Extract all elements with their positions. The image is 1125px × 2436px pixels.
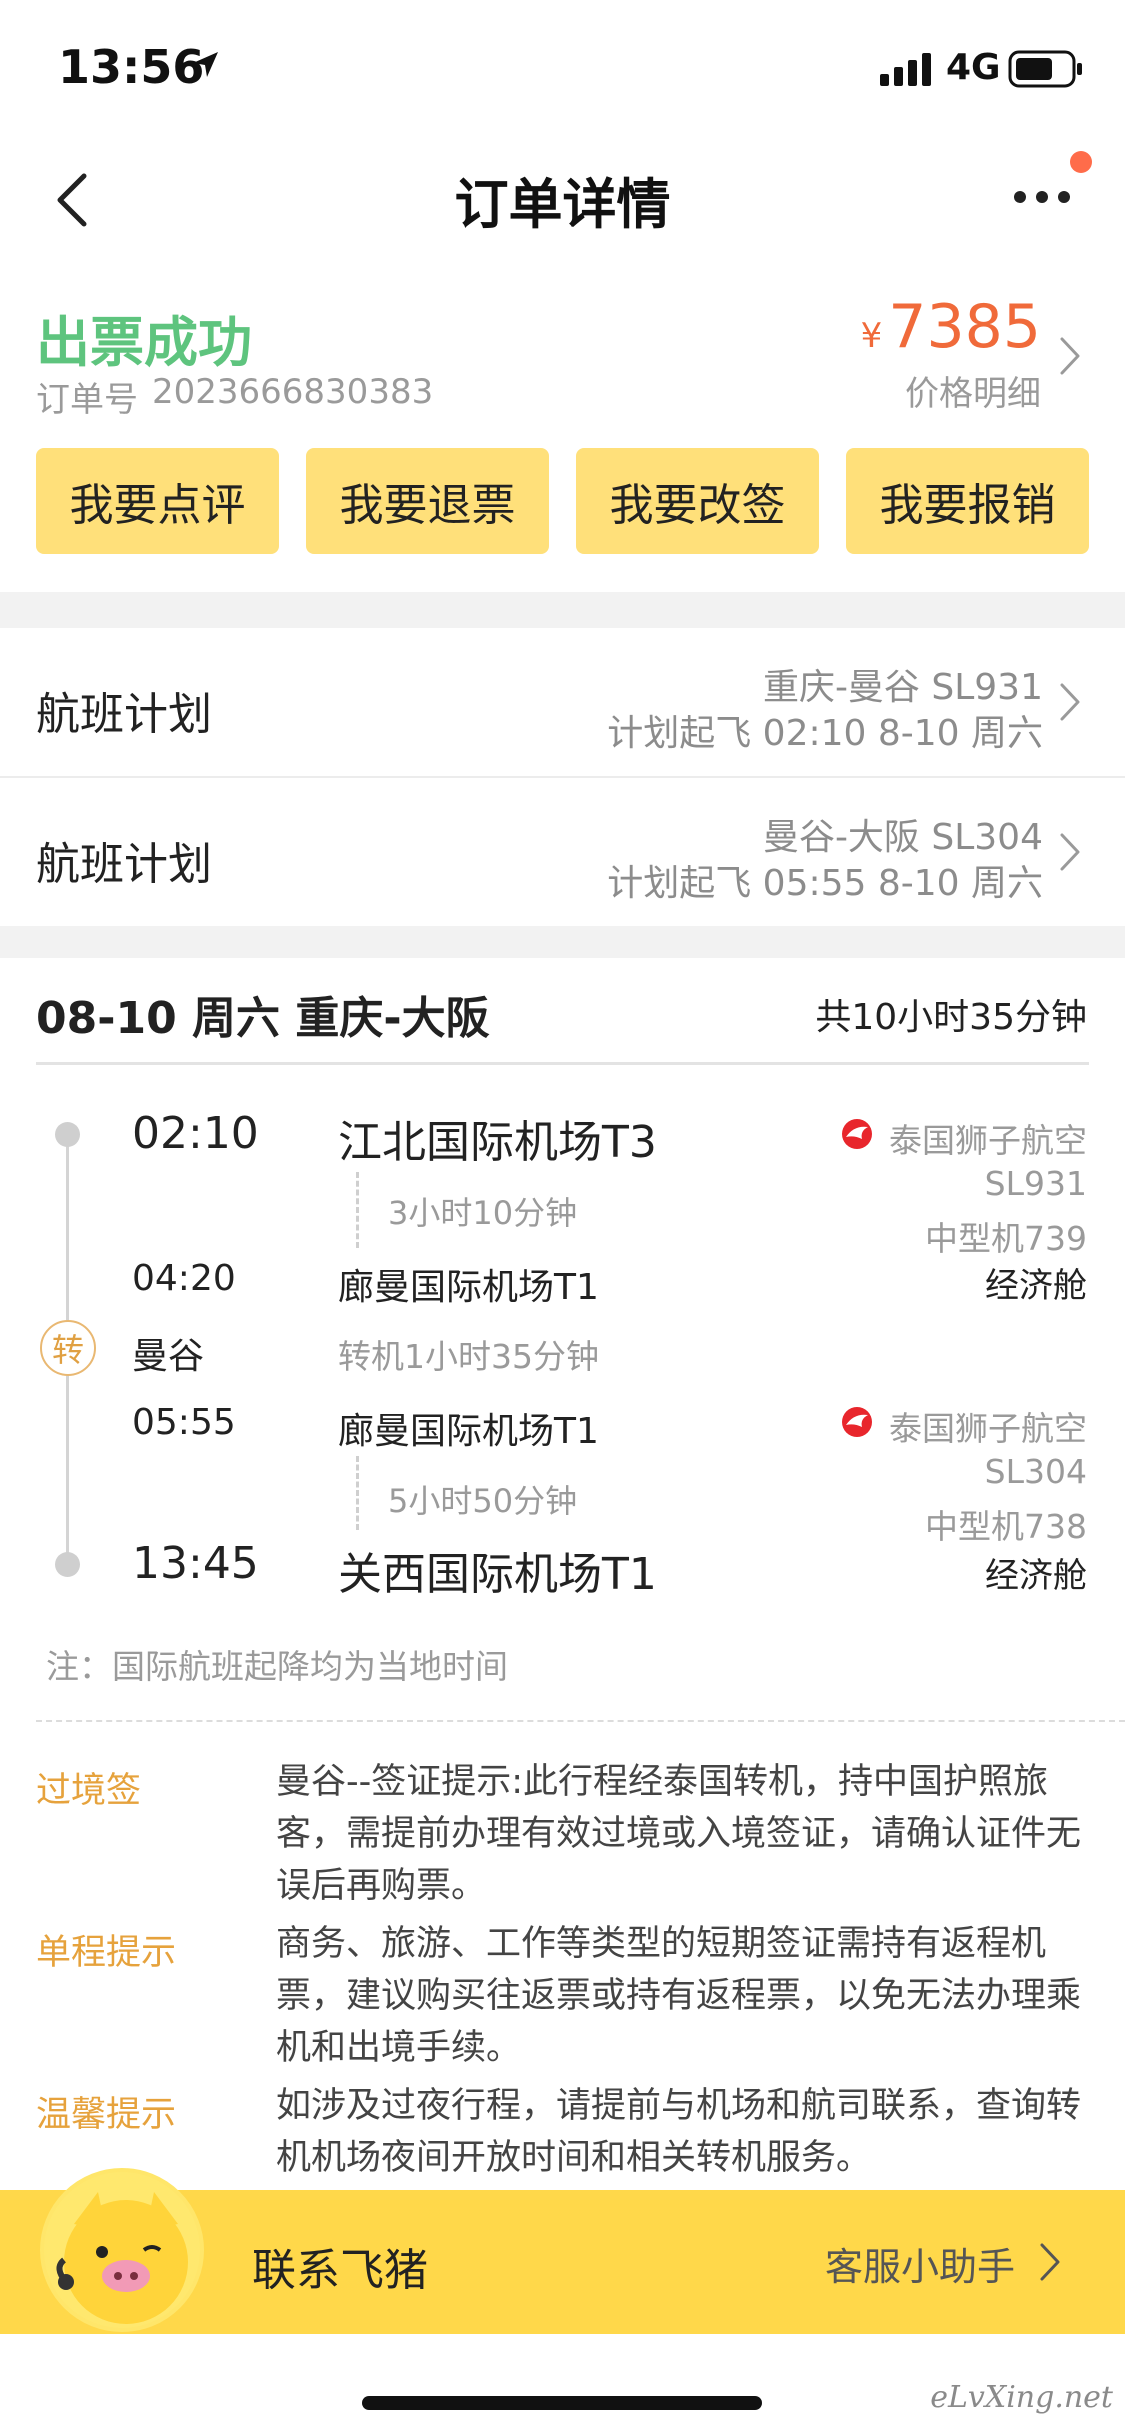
signal-icon — [880, 53, 931, 86]
timeline-start-dot — [55, 1122, 80, 1147]
order-price[interactable]: ¥7385 — [861, 292, 1041, 362]
leg2-duration-dash — [356, 1456, 359, 1530]
leg1-duration-dash — [356, 1172, 359, 1248]
tip-text-reminder: 如涉及过夜行程，请提前与机场和航司联系，查询转机机场夜间开放时间和相关转机服务。 — [276, 2086, 1082, 2178]
flight-plan-label: 航班计划 — [36, 839, 212, 890]
leg2-departure-airport: 廊曼国际机场T1 — [338, 1411, 599, 1452]
tips-divider — [36, 1720, 1125, 1722]
leg1-duration: 3小时10分钟 — [388, 1194, 578, 1232]
tip-text-transit-visa: 曼谷--签证提示:此行程经泰国转机，持中国护照旅客，需提前办理有效过境或入境签证… — [276, 1762, 1082, 1906]
order-number: 2023666830383 — [152, 372, 434, 412]
leg2-arrival-airport: 关西国际机场T1 — [338, 1549, 657, 1600]
chevron-right-icon — [1060, 683, 1080, 721]
transfer-badge: 转 — [40, 1320, 96, 1376]
chevron-right-icon — [1060, 833, 1080, 871]
order-status: 出票成功 — [36, 311, 252, 374]
leg1-arrival-airport: 廊曼国际机场T1 — [338, 1267, 599, 1308]
battery-icon — [1008, 50, 1082, 88]
flight-plan-route: 曼谷-大阪 SL304 — [762, 817, 1043, 858]
timeline-end-dot — [55, 1552, 80, 1577]
flight-plan-row[interactable]: 航班计划 曼谷-大阪 SL304 计划起飞 05:55 8-10 周六 — [0, 778, 1125, 926]
nav-bar: 订单详情 — [0, 140, 1125, 250]
order-actions: 我要点评 我要退票 我要改签 我要报销 — [36, 448, 1089, 554]
leg2-departure-time: 05:55 — [132, 1402, 236, 1443]
flight-plan-route: 重庆-曼谷 SL931 — [762, 667, 1043, 708]
flight-plan-schedule: 计划起飞 02:10 8-10 周六 — [607, 713, 1043, 754]
transfer-city: 曼谷 — [132, 1336, 205, 1377]
reimburse-button[interactable]: 我要报销 — [846, 448, 1089, 554]
notification-dot — [1070, 151, 1092, 173]
leg1-aircraft: 中型机739 — [925, 1219, 1087, 1258]
network-type: 4G — [946, 47, 1001, 88]
leg2-duration: 5小时50分钟 — [388, 1482, 578, 1520]
itinerary-total-duration: 共10小时35分钟 — [815, 997, 1087, 1038]
home-indicator — [362, 2396, 762, 2410]
assistant-link[interactable]: 客服小助手 — [825, 2236, 1015, 2291]
itinerary-divider — [36, 1062, 1089, 1065]
location-arrow-icon — [193, 52, 218, 77]
flight-plan-schedule: 计划起飞 05:55 8-10 周六 — [607, 863, 1043, 904]
price-amount: 7385 — [888, 292, 1041, 362]
flight-plan-label: 航班计划 — [36, 689, 212, 740]
refund-button[interactable]: 我要退票 — [306, 448, 549, 554]
tip-label-transit-visa: 过境签 — [36, 1771, 142, 1811]
page-title: 订单详情 — [454, 173, 671, 236]
leg1-departure-time: 02:10 — [132, 1108, 259, 1159]
more-icon[interactable] — [1010, 182, 1074, 212]
status-bar: 13:56 4G — [0, 0, 1125, 140]
chevron-right-icon[interactable] — [1057, 334, 1083, 378]
timezone-note: 注：国际航班起降均为当地时间 — [46, 1647, 508, 1686]
tip-text-one-way: 商务、旅游、工作等类型的短期签证需持有返程机票，建议购买往返票或持有返程票，以免… — [276, 1924, 1082, 2068]
leg2-airline: 泰国狮子航空 — [889, 1409, 1087, 1448]
transfer-time: 转机1小时35分钟 — [338, 1337, 599, 1376]
order-number-label: 订单号 — [36, 380, 138, 420]
leg1-cabin: 经济舱 — [985, 1266, 1087, 1306]
tip-label-reminder: 温馨提示 — [36, 2095, 177, 2135]
airline-logo-icon — [842, 1407, 872, 1437]
leg2-arrival-time: 13:45 — [132, 1538, 259, 1589]
leg1-departure-airport: 江北国际机场T3 — [338, 1117, 657, 1168]
leg2-cabin: 经济舱 — [985, 1556, 1087, 1596]
mascot-icon[interactable] — [40, 2168, 204, 2332]
price-currency: ¥ — [860, 316, 883, 356]
leg1-flight-number: SL931 — [984, 1164, 1087, 1203]
contact-label: 联系飞猪 — [252, 2245, 428, 2296]
review-button[interactable]: 我要点评 — [36, 448, 279, 554]
tip-label-one-way: 单程提示 — [36, 1933, 177, 1973]
leg2-aircraft: 中型机738 — [925, 1507, 1087, 1546]
itinerary-header: 08-10 周六 重庆-大阪 — [36, 993, 490, 1044]
chevron-right-icon — [1040, 2243, 1060, 2281]
leg2-flight-number: SL304 — [984, 1452, 1087, 1491]
flight-plan-row[interactable]: 航班计划 重庆-曼谷 SL931 计划起飞 02:10 8-10 周六 — [0, 628, 1125, 776]
status-time: 13:56 — [58, 40, 205, 94]
leg1-arrival-time: 04:20 — [132, 1258, 236, 1299]
change-button[interactable]: 我要改签 — [576, 448, 819, 554]
airline-logo-icon — [842, 1119, 872, 1149]
price-detail-link[interactable]: 价格明细 — [905, 366, 1041, 415]
watermark: eLvXing.net — [930, 2380, 1113, 2415]
section-divider — [0, 926, 1125, 958]
leg1-airline: 泰国狮子航空 — [889, 1121, 1087, 1160]
section-divider — [0, 592, 1125, 628]
